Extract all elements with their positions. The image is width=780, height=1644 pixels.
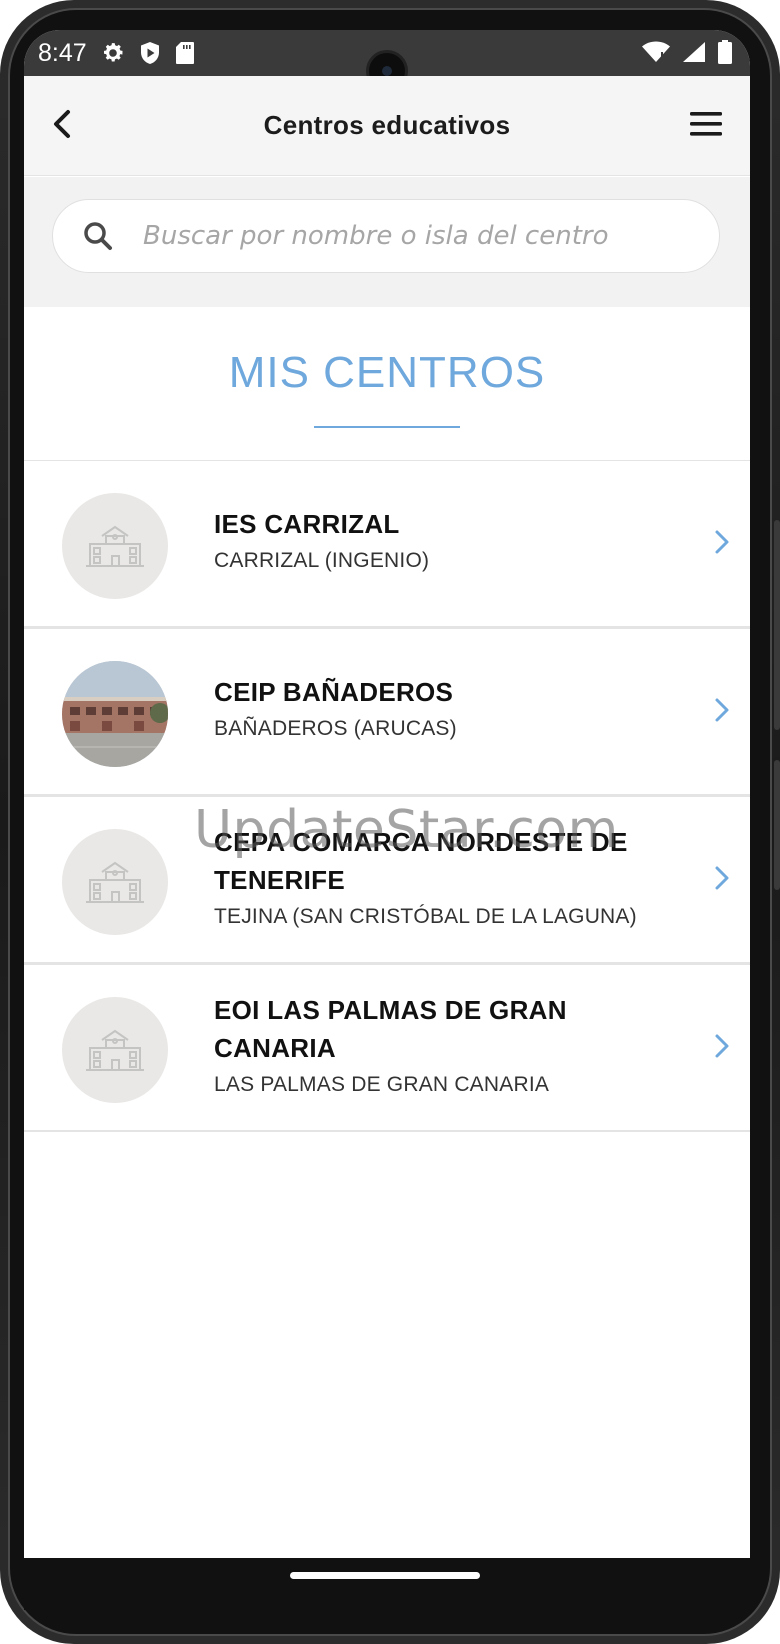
search-box[interactable] xyxy=(52,199,720,273)
center-location: CARRIZAL (INGENIO) xyxy=(214,549,430,572)
hamburger-menu-icon xyxy=(690,112,722,136)
center-name: EOI LAS PALMAS DE GRAN CANARIA xyxy=(214,995,567,1063)
chevron-right-icon xyxy=(715,1034,729,1058)
center-name: IES CARRIZAL xyxy=(214,509,400,539)
center-name: CEIP BAÑADEROS xyxy=(214,677,454,707)
center-location: LAS PALMAS DE GRAN CANARIA xyxy=(214,1073,550,1096)
section-title: MIS CENTROS xyxy=(228,348,546,397)
search-area xyxy=(24,177,750,307)
search-input[interactable] xyxy=(143,221,683,251)
gear-icon xyxy=(103,43,123,62)
navigation-bar xyxy=(24,1558,750,1610)
menu-button[interactable] xyxy=(688,108,724,140)
center-item[interactable]: CEPA COMARCA NORDESTE DE TENERIFE TEJINA… xyxy=(24,796,750,964)
sd-card-icon xyxy=(175,42,194,64)
signal-icon xyxy=(683,42,705,62)
school-photo xyxy=(62,661,168,767)
center-location: TEJINA (SAN CRISTÓBAL DE LA LAGUNA) xyxy=(214,905,637,928)
center-location: BAÑADEROS (ARUCAS) xyxy=(214,717,457,740)
status-bar: 8:47 xyxy=(24,30,750,92)
school-building-icon xyxy=(62,493,168,599)
search-icon xyxy=(84,222,112,250)
shield-play-icon xyxy=(140,42,159,64)
center-item[interactable]: CEIP BAÑADEROS BAÑADEROS (ARUCAS) xyxy=(24,628,750,796)
chevron-right-icon xyxy=(715,698,729,722)
back-button[interactable] xyxy=(46,104,80,144)
power-button xyxy=(774,760,780,890)
chevron-right-icon xyxy=(715,530,729,554)
page-title: Centros educativos xyxy=(263,110,511,140)
wifi-icon xyxy=(642,41,670,62)
volume-button xyxy=(774,520,780,730)
status-time: 8:47 xyxy=(38,38,87,67)
chevron-left-icon xyxy=(54,110,70,138)
chevron-right-icon xyxy=(715,866,729,890)
section-underline xyxy=(314,426,460,428)
home-indicator[interactable] xyxy=(290,1572,480,1579)
center-item[interactable]: IES CARRIZAL CARRIZAL (INGENIO) xyxy=(24,460,750,628)
center-name: CEPA COMARCA NORDESTE DE TENERIFE xyxy=(214,827,628,895)
center-item[interactable]: EOI LAS PALMAS DE GRAN CANARIA LAS PALMA… xyxy=(24,964,750,1132)
battery-icon xyxy=(718,40,732,64)
school-building-icon xyxy=(62,829,168,935)
school-building-icon xyxy=(62,997,168,1103)
screen: 8:47 Centros educativos Buscar por nombr… xyxy=(24,30,750,1610)
app-header: Centros educativos xyxy=(24,76,750,176)
center-list: IES CARRIZAL CARRIZAL (INGENIO) CEIP BAÑ… xyxy=(24,460,750,1132)
